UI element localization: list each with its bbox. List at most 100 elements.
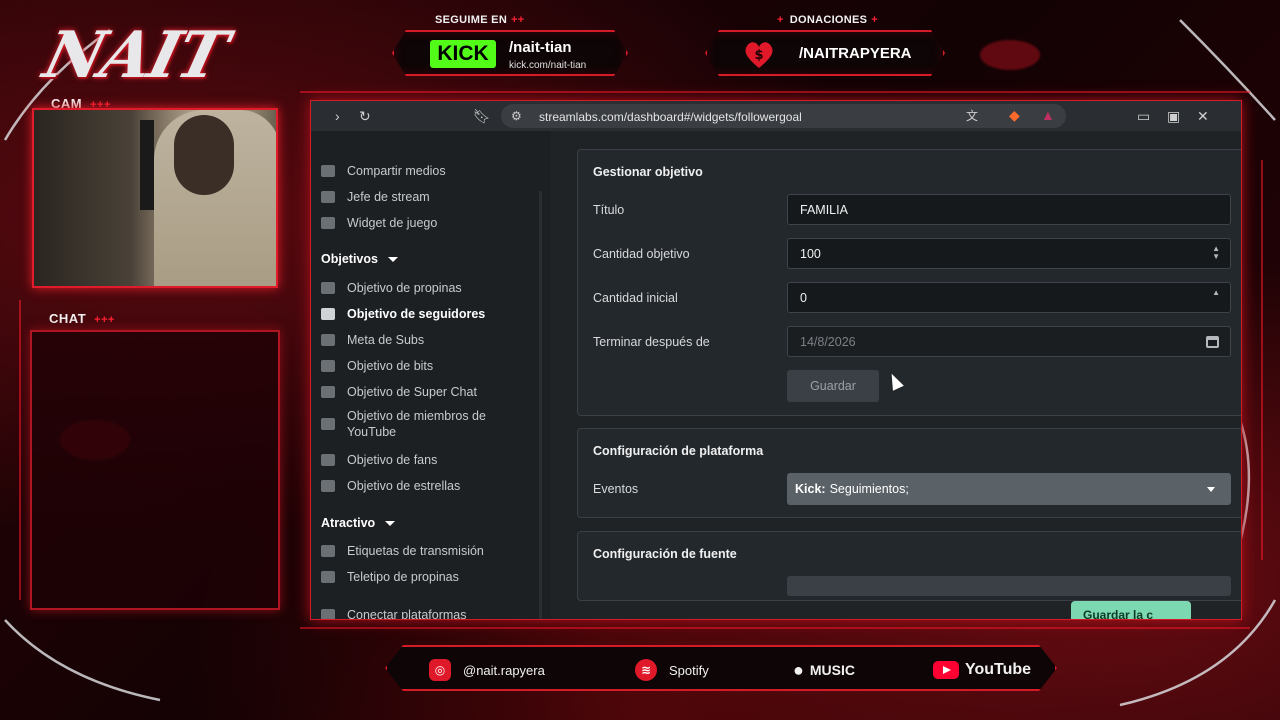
sidebar-scrollbar[interactable] [539,191,542,619]
forward-icon[interactable]: › [335,109,340,123]
card-title: Configuración de fuente [593,547,737,561]
sidebar-item-sub-goal[interactable]: Meta de Subs [321,330,424,350]
bookmark-icon[interactable]: 🔖︎ [473,109,491,123]
spinner-arrows-icon[interactable]: ▲ ▼ [1212,245,1220,261]
widgets-sidebar: Compartir medios Jefe de stream Widget d… [311,131,551,620]
sidebar-item-stream-labels[interactable]: Etiquetas de transmisión [321,541,484,561]
spotify-link[interactable]: ≋ Spotify [635,659,709,681]
blood-splat [980,40,1040,70]
sidebar-item-tip-goal[interactable]: Objetivo de propinas [321,278,462,298]
sidebar-item-media-share[interactable]: Compartir medios [321,161,446,181]
sidebar-section-goals[interactable]: Objetivos [321,252,398,266]
sidebar-item-label: Jefe de stream [347,190,430,204]
donations-handle: /NAITRAPYERA [799,45,912,62]
browser-toolbar: › ↻ 🔖︎ ⚙ streamlabs.com/dashboard#/widge… [311,101,1241,131]
heart-dollar-icon: $ [743,40,775,70]
instagram-link[interactable]: ◎ @nait.rapyera [429,659,545,681]
sidebar-item-label: Etiquetas de transmisión [347,544,484,558]
events-select[interactable]: Kick: Seguimientos; [787,473,1231,505]
translate-icon[interactable]: 文 [966,109,978,123]
sidebar-item-label: Widget de juego [347,216,438,230]
sidebar-item-tip-ticker[interactable]: Teletipo de propinas [321,567,459,587]
sidebar-toggle-icon[interactable]: ▭ [1137,109,1150,123]
vpn-icon[interactable]: ✕ [1197,109,1209,123]
sidebar-item-superchat-goal[interactable]: Objetivo de Super Chat [321,382,477,402]
wallet-icon[interactable]: ▣ [1167,109,1180,123]
sidebar-item-fans-goal[interactable]: Objetivo de fans [321,450,437,470]
chevron-down-icon [1207,487,1215,492]
sidebar-item-bits-goal[interactable]: Objetivo de bits [321,356,433,376]
youtube-link[interactable]: YouTube [933,659,1031,681]
labels-icon [321,545,335,557]
members-icon [321,418,335,430]
sidebar-item-label: Objetivo de bits [347,359,434,373]
caret-down-icon [385,521,396,527]
manage-goal-card: Gestionar objetivo Título FAMILIA Cantid… [577,149,1241,416]
stream-boss-icon [321,191,335,203]
donations-label: + DONACIONES + [777,14,879,26]
platform-config-card: Configuración de plataforma Eventos Kick… [577,428,1241,518]
save-button[interactable]: Guardar [787,370,879,402]
sidebar-item-stars-goal[interactable]: Objetivo de estrellas [321,476,460,496]
spinner-arrows-icon[interactable]: ▲ [1212,289,1220,297]
ticker-icon [321,571,335,583]
widget-settings-content: Gestionar objetivo Título FAMILIA Cantid… [565,131,1241,601]
start-amount-input[interactable]: 0 ▲ [787,282,1231,313]
sidebar-item-label: Conectar plataformas [347,608,467,620]
sidebar-item-label: Teletipo de propinas [347,570,459,584]
save-changes-button[interactable]: Guardar la c [1071,601,1191,619]
target-amount-input[interactable]: 100 ▲ ▼ [787,238,1231,269]
kick-pill[interactable]: KICK /nait-tian kick.com/nait-tian [392,30,628,76]
chat-panel [30,330,280,610]
apple-icon: ● [793,659,804,680]
end-date-value: 14/8/2026 [800,334,856,349]
sidebar-item-connect-platforms[interactable]: Conectar plataformas [321,605,467,620]
sidebar-item-label: Objetivo de miembros de YouTube [347,409,486,439]
brave-shield-icon[interactable]: ◆ [1009,108,1020,122]
superchat-icon [321,386,335,398]
chat-label: CHAT +++ [49,311,115,326]
instagram-handle: @nait.rapyera [463,662,545,678]
site-settings-icon[interactable]: ⚙ [511,109,522,123]
brave-rewards-icon[interactable]: ▲ [1041,108,1055,122]
field-label-start: Cantidad inicial [593,291,678,305]
sidebar-item-stream-boss[interactable]: Jefe de stream [321,187,430,207]
instagram-icon: ◎ [429,659,451,681]
font-select[interactable] [787,576,1231,596]
microphone [140,120,154,210]
target-amount-value: 100 [800,246,821,261]
calendar-icon[interactable] [1206,336,1219,348]
sidebar-item-youtube-members-goal[interactable]: Objetivo de miembros de YouTube [321,408,531,442]
field-label-title: Título [593,203,625,217]
field-label-target: Cantidad objetivo [593,247,690,261]
sidebar-item-game-widget[interactable]: Widget de juego [321,213,437,233]
sidebar-item-label: Objetivo de seguidores [347,307,486,321]
font-config-card: Configuración de fuente [577,531,1241,601]
youtube-icon [933,661,959,679]
start-amount-value: 0 [800,290,807,305]
social-bar: ◎ @nait.rapyera ≋ Spotify ● MUSIC YouTub… [385,645,1057,691]
end-date-input[interactable]: 14/8/2026 [787,326,1231,357]
sidebar-item-follower-goal[interactable]: Objetivo de seguidores [321,304,485,324]
sub-icon [321,334,335,346]
events-platform: Kick: [795,482,826,496]
kick-username: /nait-tian [509,39,572,56]
reload-icon[interactable]: ↻ [359,109,371,123]
apple-music-link[interactable]: ● MUSIC [793,659,855,681]
person-head [174,115,234,195]
goal-icon [321,282,335,294]
kick-url: kick.com/nait-tian [509,60,587,71]
title-input[interactable]: FAMILIA [787,194,1231,225]
sidebar-item-label: Compartir medios [347,164,446,178]
sidebar-section-attractive[interactable]: Atractivo [321,516,396,530]
sidebar-item-label: Objetivo de estrellas [347,479,461,493]
media-share-icon [321,165,335,177]
card-title: Configuración de plataforma [593,444,764,458]
donations-pill[interactable]: $ /NAITRAPYERA [705,30,945,76]
field-label-events: Eventos [593,482,639,496]
events-value: Seguimientos; [829,482,909,496]
sidebar-item-label: Objetivo de fans [347,453,438,467]
connect-icon [321,609,335,619]
card-title: Gestionar objetivo [593,165,703,179]
spotify-label: Spotify [669,662,709,678]
